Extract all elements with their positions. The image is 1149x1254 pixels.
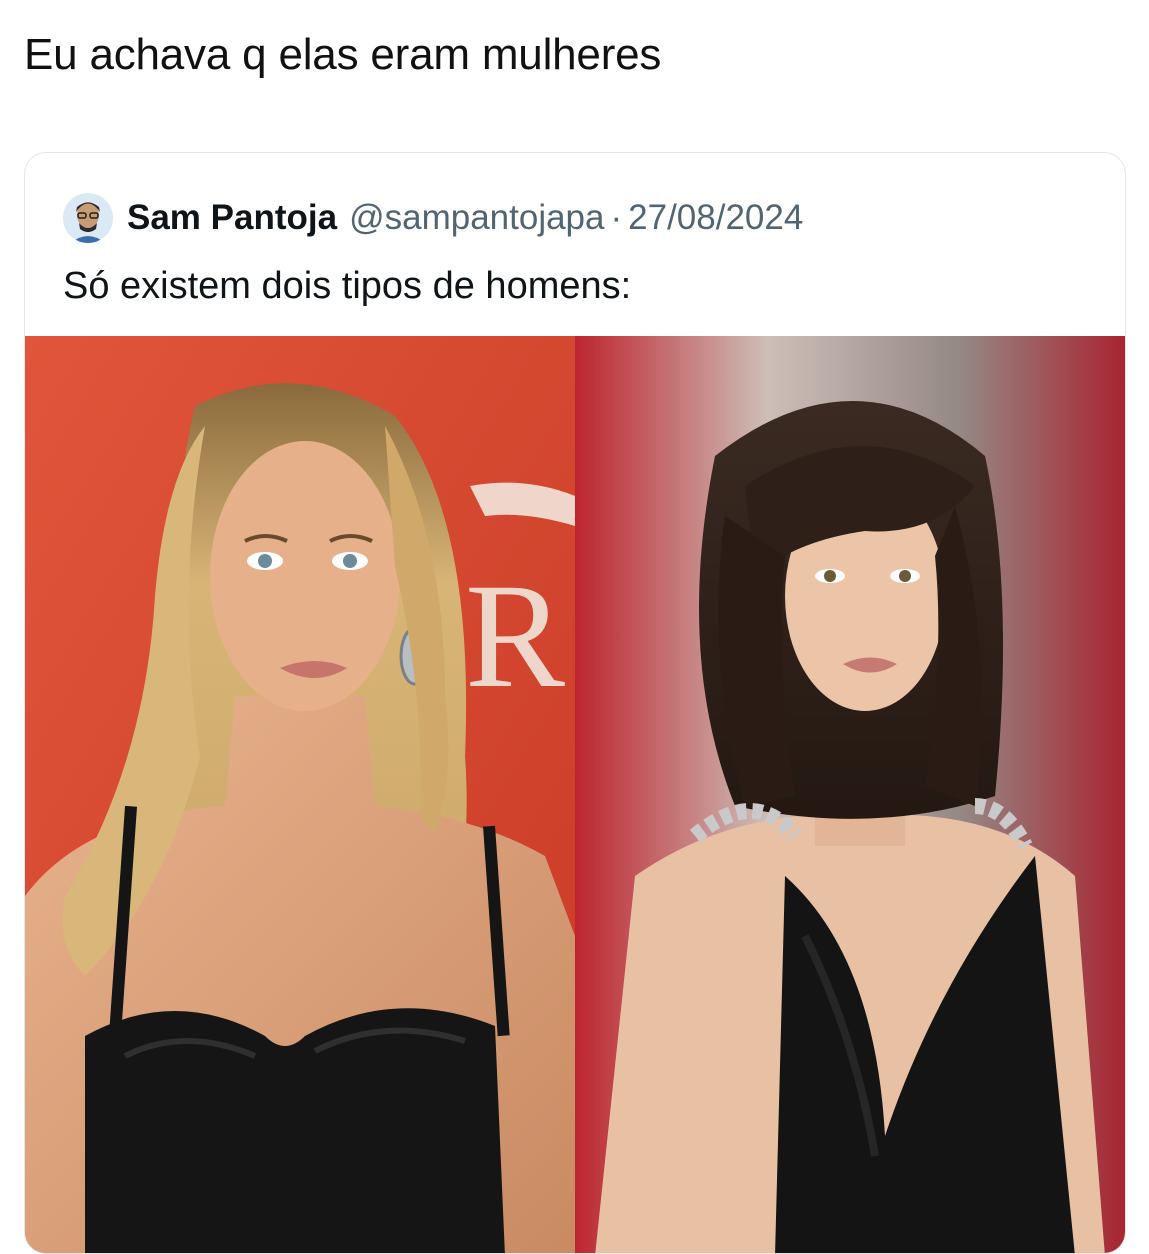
photo-blonde-woman[interactable]: R xyxy=(25,336,575,1253)
separator-dot: · xyxy=(610,198,623,237)
tweet-media-grid[interactable]: R xyxy=(25,336,1125,1253)
author-name[interactable]: Sam Pantoja xyxy=(127,198,337,238)
user-avatar-icon[interactable] xyxy=(63,193,113,243)
svg-text:R: R xyxy=(465,553,565,719)
photo-brunette-woman[interactable] xyxy=(575,336,1125,1253)
author-handle[interactable]: @sampantojapa xyxy=(349,198,604,238)
quoted-tweet-card[interactable]: Sam Pantoja @sampantojapa · 27/08/2024 S… xyxy=(24,152,1126,1254)
tweet-text: Só existem dois tipos de homens: xyxy=(63,265,632,307)
tweet-header: Sam Pantoja @sampantojapa · 27/08/2024 xyxy=(63,193,803,243)
tweet-date[interactable]: 27/08/2024 xyxy=(628,198,803,238)
post-caption: Eu achava q elas eram mulheres xyxy=(24,30,662,79)
